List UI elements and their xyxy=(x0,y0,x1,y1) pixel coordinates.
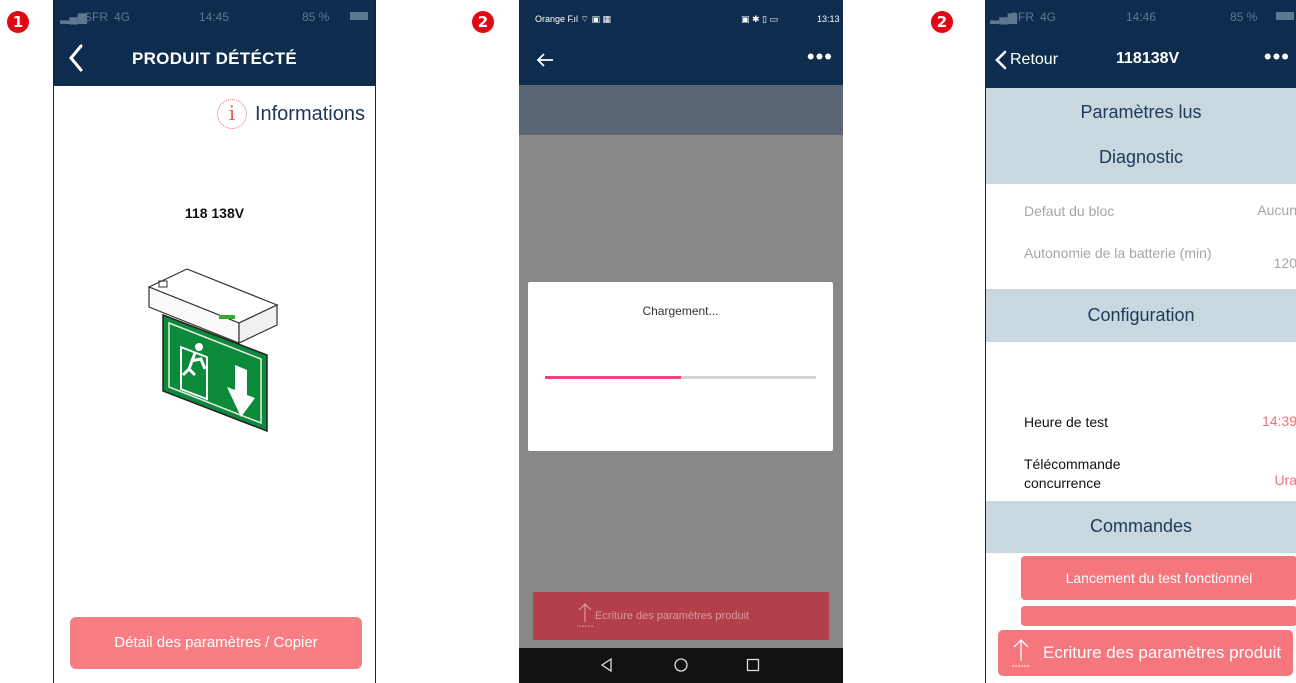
autonomie-label: Autonomie de la batterie (min) xyxy=(1024,245,1212,261)
section-configuration: Configuration xyxy=(986,289,1296,342)
telecommande-label: Télécommande concurrence xyxy=(1024,456,1121,491)
row-autonomie: Autonomie de la batterie (min) 120 xyxy=(1024,244,1296,284)
next-command-button[interactable] xyxy=(1021,606,1296,626)
loading-dialog: Chargement... xyxy=(528,282,833,451)
status-carrier: SFR xyxy=(1010,10,1034,24)
signal-icon: ▂▄▆ xyxy=(60,10,87,24)
back-button[interactable]: Retour xyxy=(994,49,1058,71)
status-network: 4G xyxy=(114,10,131,24)
upload-arrow-icon xyxy=(577,603,593,627)
telecommande-value[interactable]: Ura xyxy=(1274,472,1296,488)
heure-label: Heure de test xyxy=(1024,414,1109,430)
status-battery: 85 % xyxy=(302,10,330,24)
informations-label: Informations xyxy=(254,102,365,125)
step-badge-2b: 2 xyxy=(931,11,953,33)
progress-fill xyxy=(545,376,681,379)
nav-home-icon[interactable] xyxy=(673,657,689,673)
defaut-label: Defaut du bloc xyxy=(1024,203,1115,219)
info-icon: i xyxy=(216,99,247,129)
android-nav-bar xyxy=(519,648,843,683)
battery-icon xyxy=(1276,12,1294,20)
autonomie-value: 120 xyxy=(1273,255,1296,271)
back-chevron-icon xyxy=(995,50,1007,70)
row-defaut-bloc: Defaut du bloc Aucun xyxy=(1024,202,1296,224)
back-arrow-icon[interactable] xyxy=(535,50,555,70)
status-icons-left: .ıl ⌔ ▣ ▦ xyxy=(571,14,611,24)
screen-parameters: ▂▄▆ SFR 4G 14:46 85 % Retour 118138V •••… xyxy=(985,0,1296,683)
nav-bar: ••• xyxy=(519,38,843,85)
write-parameters-button[interactable]: Ecriture des paramètres produit xyxy=(533,592,829,640)
loading-text: Chargement... xyxy=(642,304,719,318)
status-icons-right: ▣ ✱ ▯ ▭ xyxy=(741,14,779,24)
write-parameters-label: Ecriture des paramètres produit xyxy=(1043,643,1282,662)
nav-recents-icon[interactable] xyxy=(745,657,761,673)
more-options-icon[interactable]: ••• xyxy=(807,44,833,70)
more-options-icon[interactable]: ••• xyxy=(1264,44,1290,70)
detail-parameters-button[interactable]: Détail des paramètres / Copier xyxy=(70,617,362,669)
status-carrier: Orange F xyxy=(535,14,574,24)
header-band xyxy=(519,85,843,135)
status-bar: ▂▄▆ SFR 4G 14:45 85 % xyxy=(54,0,375,32)
defaut-value: Aucun xyxy=(1257,202,1296,218)
emergency-exit-sign-image xyxy=(147,268,279,433)
status-bar: ▂▄▆ SFR 4G 14:46 85 % xyxy=(986,0,1296,32)
status-time: 14:46 xyxy=(1126,10,1157,24)
nav-bar: PRODUIT DÉTÉCTÉ xyxy=(54,32,375,86)
screen-loading: Orange F .ıl ⌔ ▣ ▦ ▣ ✱ ▯ ▭ 13:13 ••• Cha… xyxy=(519,0,843,683)
screen-product-detected: ▂▄▆ SFR 4G 14:45 85 % PRODUIT DÉTÉCTÉ i … xyxy=(53,0,376,683)
status-bar: Orange F .ıl ⌔ ▣ ▦ ▣ ✱ ▯ ▭ 13:13 xyxy=(519,0,843,38)
page-title: PRODUIT DÉTÉCTÉ xyxy=(131,49,298,68)
product-code: 118 138V xyxy=(184,205,245,221)
section-diagnostic: Diagnostic xyxy=(986,132,1296,184)
status-time: 14:45 xyxy=(199,10,230,24)
upload-arrow-icon xyxy=(1012,639,1030,667)
row-heure-test[interactable]: Heure de test 14:39 xyxy=(1024,413,1296,435)
nav-bar: Retour 118138V ••• xyxy=(986,32,1296,88)
write-parameters-label: Ecriture des paramètres produit xyxy=(595,610,750,622)
step-badge-2: 2 xyxy=(472,11,494,33)
launch-functional-test-button[interactable]: Lancement du test fonctionnel xyxy=(1021,556,1296,600)
status-network: 4G xyxy=(1040,10,1057,24)
nav-back-icon[interactable] xyxy=(599,657,615,673)
page-title: 118138V xyxy=(1116,50,1180,67)
back-label: Retour xyxy=(1010,51,1059,68)
status-time: 13:13 xyxy=(817,14,840,24)
progress-bar xyxy=(545,376,816,379)
heure-value[interactable]: 14:39 xyxy=(1262,413,1296,429)
step-badge-1: 1 xyxy=(7,11,29,33)
status-battery: 85 % xyxy=(1230,10,1258,24)
row-telecommande[interactable]: Télécommande concurrence Ura xyxy=(1024,455,1296,495)
battery-icon xyxy=(350,12,368,20)
status-carrier: SFR xyxy=(84,10,108,24)
write-parameters-button[interactable]: Ecriture des paramètres produit xyxy=(998,630,1293,676)
informations-link[interactable]: i Informations xyxy=(216,99,365,129)
section-commandes: Commandes xyxy=(986,501,1296,553)
